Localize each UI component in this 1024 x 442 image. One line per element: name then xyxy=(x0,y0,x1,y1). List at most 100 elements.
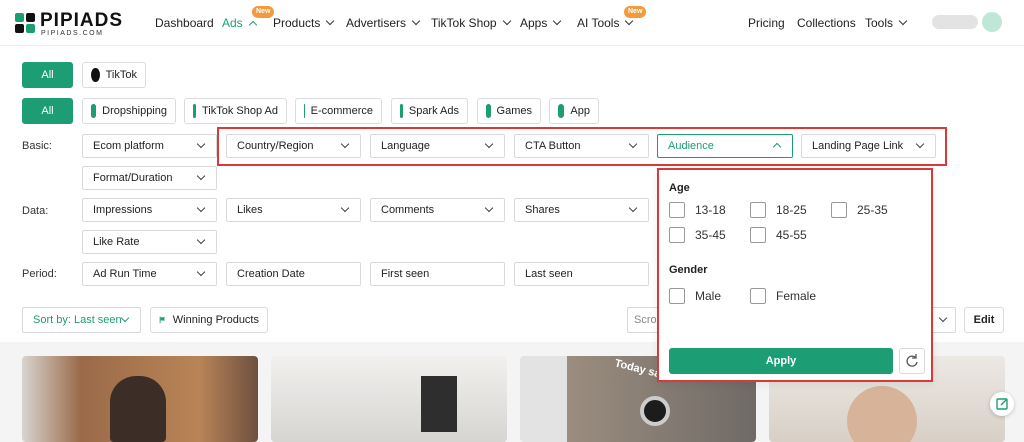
checkbox-icon xyxy=(750,202,766,218)
last-seen-picker[interactable]: Last seen xyxy=(514,262,649,286)
category-app-label: App xyxy=(570,105,590,117)
nav-products[interactable]: Products xyxy=(273,16,335,30)
period-row-label: Period: xyxy=(22,268,57,280)
apply-label: Apply xyxy=(765,355,797,367)
gender-title: Gender xyxy=(669,264,708,276)
format-duration-select[interactable]: Format/Duration xyxy=(82,166,217,190)
chevron-down-icon xyxy=(196,267,206,277)
ad-run-time-select[interactable]: Ad Run Time xyxy=(82,262,217,286)
last-seen-label: Last seen xyxy=(525,268,573,280)
comments-select[interactable]: Comments xyxy=(370,198,505,222)
brand-name: PIPIADS xyxy=(40,10,124,31)
ad-thumbnail-door xyxy=(421,376,457,432)
nav-collections[interactable]: Collections xyxy=(797,16,856,30)
apply-button[interactable]: Apply xyxy=(669,348,893,374)
landing-page-link-select[interactable]: Landing Page Link xyxy=(801,134,936,158)
storefront-icon xyxy=(304,104,305,118)
platform-all-label: All xyxy=(41,69,54,81)
nav-dashboard[interactable]: Dashboard xyxy=(155,16,214,30)
tiktok-icon xyxy=(91,68,100,82)
checkbox-icon xyxy=(750,227,766,243)
nav-tiktok-shop[interactable]: TikTok Shop xyxy=(431,16,511,30)
nav-ads[interactable]: Ads xyxy=(222,16,257,30)
impressions-select[interactable]: Impressions xyxy=(82,198,217,222)
nav-tools[interactable]: Tools xyxy=(865,16,908,30)
category-games-button[interactable]: Games xyxy=(477,98,541,124)
gender-male-label: Male xyxy=(695,289,722,303)
new-badge-ai-tools: New xyxy=(624,6,647,18)
gender-male-checkbox[interactable]: Male xyxy=(669,287,721,305)
chevron-down-icon xyxy=(628,203,638,213)
platform-tiktok-button[interactable]: TikTok xyxy=(82,62,146,88)
ad-card[interactable] xyxy=(22,356,258,442)
reset-button[interactable] xyxy=(899,348,925,374)
shopping-bag-icon xyxy=(193,104,196,118)
gender-female-label: Female xyxy=(776,289,817,303)
winning-products-label: Winning Products xyxy=(172,314,259,326)
sort-label: Sort by: Last seen xyxy=(33,314,122,326)
ad-card[interactable] xyxy=(271,356,507,442)
nav-advertisers[interactable]: Advertisers xyxy=(346,16,421,30)
nav-advertisers-label: Advertisers xyxy=(346,16,407,30)
nav-apps[interactable]: Apps xyxy=(520,16,562,30)
language-label: Language xyxy=(381,140,430,152)
category-tiktok-shop-ad-button[interactable]: TikTok Shop Ad xyxy=(184,98,287,124)
refresh-icon xyxy=(906,354,918,367)
account-name-blurred[interactable] xyxy=(932,15,978,29)
creation-date-label: Creation Date xyxy=(237,268,305,280)
flag-icon xyxy=(159,316,166,324)
like-rate-select[interactable]: Like Rate xyxy=(82,230,217,254)
age-35-45-label: 35-45 xyxy=(695,228,726,242)
search-placeholder: Scro xyxy=(634,314,657,326)
age-45-55-checkbox[interactable]: 45-55 xyxy=(750,226,807,244)
platform-all-button[interactable]: All xyxy=(22,62,73,88)
cta-button-select[interactable]: CTA Button xyxy=(514,134,649,158)
shares-select[interactable]: Shares xyxy=(514,198,649,222)
cta-button-label: CTA Button xyxy=(525,140,581,152)
category-app-button[interactable]: App xyxy=(549,98,599,124)
chevron-down-icon xyxy=(196,139,206,149)
brand-tagline: PIPIADS.COM xyxy=(41,30,104,37)
country-region-select[interactable]: Country/Region xyxy=(226,134,361,158)
likes-select[interactable]: Likes xyxy=(226,198,361,222)
chevron-down-icon xyxy=(196,203,206,213)
category-spark-ads-button[interactable]: Spark Ads xyxy=(391,98,468,124)
age-18-25-checkbox[interactable]: 18-25 xyxy=(750,201,807,219)
category-all-button[interactable]: All xyxy=(22,98,73,124)
shares-label: Shares xyxy=(525,204,560,216)
category-games-label: Games xyxy=(496,105,532,117)
view-select[interactable] xyxy=(930,307,956,333)
sort-select[interactable]: Sort by: Last seen xyxy=(22,307,141,333)
creation-date-picker[interactable]: Creation Date xyxy=(226,262,361,286)
age-25-35-checkbox[interactable]: 25-35 xyxy=(831,201,888,219)
category-dropshipping-button[interactable]: Dropshipping xyxy=(82,98,176,124)
checkbox-icon xyxy=(750,288,766,304)
category-ecommerce-button[interactable]: E-commerce xyxy=(295,98,382,124)
chevron-down-icon xyxy=(938,313,948,323)
age-18-25-label: 18-25 xyxy=(776,203,807,217)
audience-select[interactable]: Audience xyxy=(657,134,793,158)
gender-female-checkbox[interactable]: Female xyxy=(750,287,816,305)
edit-label: Edit xyxy=(973,314,995,326)
age-35-45-checkbox[interactable]: 35-45 xyxy=(669,226,726,244)
checkbox-icon xyxy=(831,202,847,218)
nav-ai-tools[interactable]: AI Tools xyxy=(577,16,634,30)
language-select[interactable]: Language xyxy=(370,134,505,158)
ecom-platform-select[interactable]: Ecom platform xyxy=(82,134,217,158)
nav-pricing[interactable]: Pricing xyxy=(748,16,785,30)
new-badge-ads: New xyxy=(252,6,275,18)
category-spark-ads-label: Spark Ads xyxy=(408,105,459,117)
feedback-button[interactable] xyxy=(990,392,1014,416)
basic-row-label: Basic: xyxy=(22,140,52,152)
first-seen-picker[interactable]: First seen xyxy=(370,262,505,286)
spark-icon xyxy=(400,104,403,118)
age-13-18-checkbox[interactable]: 13-18 xyxy=(669,201,726,219)
gamepad-icon xyxy=(486,104,491,118)
age-title: Age xyxy=(669,182,690,194)
pipiads-logo-icon xyxy=(15,13,35,33)
winning-products-button[interactable]: Winning Products xyxy=(150,307,268,333)
edit-button[interactable]: Edit xyxy=(964,307,1004,333)
data-row-label: Data: xyxy=(22,205,49,217)
top-navbar: PIPIADS PIPIADS.COM Dashboard Ads New Pr… xyxy=(0,0,1024,46)
avatar[interactable] xyxy=(982,12,1002,32)
